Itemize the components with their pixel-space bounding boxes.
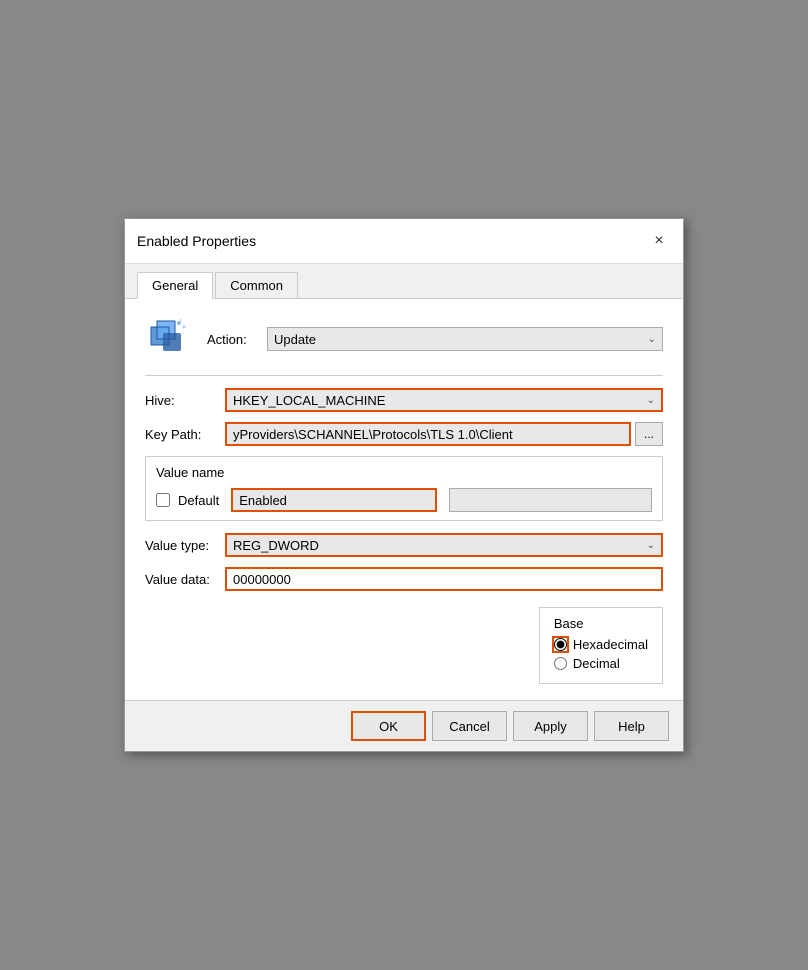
divider-1: [145, 375, 663, 376]
value-type-select[interactable]: REG_DWORD ⌄: [225, 533, 663, 557]
dec-radio-row: Decimal: [554, 656, 648, 671]
browse-button[interactable]: ...: [635, 422, 663, 446]
action-value: Update: [274, 332, 316, 347]
hex-label: Hexadecimal: [573, 637, 648, 652]
hex-radio-row: Hexadecimal: [554, 637, 648, 652]
value-type-row: Value type: REG_DWORD ⌄: [145, 533, 663, 557]
dec-label: Decimal: [573, 656, 620, 671]
dialog-footer: OK Cancel Apply Help: [125, 701, 683, 751]
hive-value: HKEY_LOCAL_MACHINE: [233, 393, 385, 408]
default-checkbox[interactable]: [156, 493, 170, 507]
hive-dropdown-arrow: ⌄: [647, 395, 655, 406]
action-row: Action: Update ⌄: [207, 327, 663, 351]
help-button[interactable]: Help: [594, 711, 669, 741]
base-group-title: Base: [554, 616, 648, 631]
hive-row: Hive: HKEY_LOCAL_MACHINE ⌄: [145, 388, 663, 412]
value-type-value: REG_DWORD: [233, 538, 319, 553]
value-name-group: Value name Default: [145, 456, 663, 521]
tab-common[interactable]: Common: [215, 272, 298, 298]
base-section: Base Hexadecimal Decimal: [145, 599, 663, 684]
key-path-input[interactable]: [225, 422, 631, 446]
value-type-dropdown-arrow: ⌄: [647, 540, 655, 551]
tab-bar: General Common: [125, 264, 683, 299]
value-data-label: Value data:: [145, 572, 225, 587]
value-name-group-legend: Value name: [156, 465, 652, 480]
dec-radio[interactable]: [554, 657, 567, 670]
default-checkbox-label: Default: [178, 493, 219, 508]
apply-button[interactable]: Apply: [513, 711, 588, 741]
tab-general[interactable]: General: [137, 272, 213, 299]
value-type-label: Value type:: [145, 538, 225, 553]
header-row: Action: Update ⌄: [145, 315, 663, 363]
hex-radio[interactable]: [554, 638, 567, 651]
tab-content-general: Action: Update ⌄ Hive: HKEY_LOCAL_MACHIN…: [125, 299, 683, 701]
key-path-input-group: ...: [225, 422, 663, 446]
key-path-row: Key Path: ...: [145, 422, 663, 446]
action-select[interactable]: Update ⌄: [267, 327, 663, 351]
title-bar: Enabled Properties ×: [125, 219, 683, 264]
action-dropdown-arrow: ⌄: [648, 334, 656, 345]
action-label: Action:: [207, 332, 257, 347]
value-data-row: Value data:: [145, 567, 663, 591]
base-group: Base Hexadecimal Decimal: [539, 607, 663, 684]
ok-button[interactable]: OK: [351, 711, 426, 741]
dialog-title: Enabled Properties: [137, 233, 256, 249]
value-data-input[interactable]: [225, 567, 663, 591]
close-button[interactable]: ×: [647, 229, 671, 253]
registry-icon: [145, 315, 193, 363]
key-path-label: Key Path:: [145, 427, 225, 442]
dialog-window: Enabled Properties × General Common: [124, 218, 684, 752]
cancel-button[interactable]: Cancel: [432, 711, 507, 741]
hive-select[interactable]: HKEY_LOCAL_MACHINE ⌄: [225, 388, 663, 412]
value-name-extra-input[interactable]: [449, 488, 652, 512]
registry-icon-svg: [149, 319, 189, 359]
value-name-input[interactable]: [231, 488, 436, 512]
value-name-checkbox-row: Default: [156, 488, 652, 512]
hive-label: Hive:: [145, 393, 225, 408]
